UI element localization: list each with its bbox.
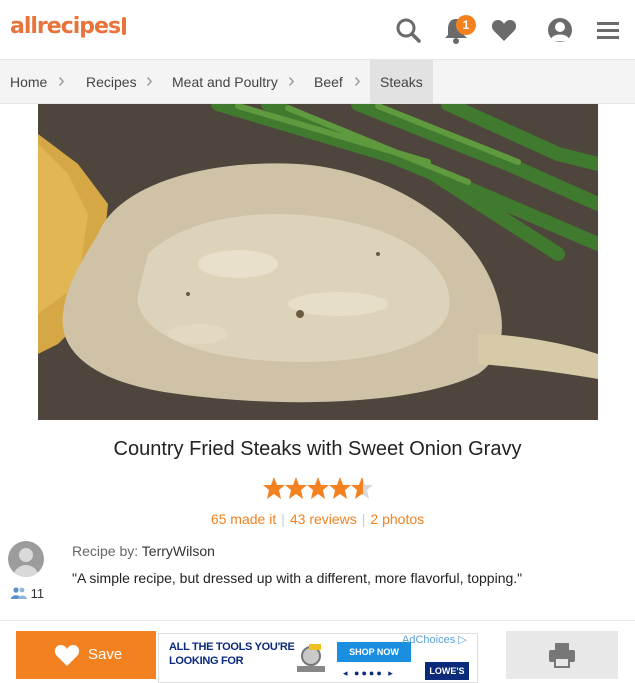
avatar-head (19, 548, 33, 562)
chevron-right-icon: › (354, 70, 361, 92)
save-label: Save (88, 646, 123, 663)
photos-link[interactable]: 2 photos (370, 511, 424, 527)
adchoices-link[interactable]: AdChoices ▷ (402, 633, 467, 646)
breadcrumb-beef[interactable]: Beef (314, 60, 343, 104)
recipe-title: Country Fried Steaks with Sweet Onion Gr… (113, 438, 522, 460)
people-icon (11, 587, 27, 599)
divider: | (361, 511, 366, 527)
site-logo[interactable]: allrecipes (10, 14, 127, 39)
breadcrumb-home[interactable]: Home (10, 60, 47, 104)
recipe-description: "A simple recipe, but dressed up with a … (72, 570, 523, 586)
heart-icon (54, 645, 80, 666)
recipe-by: Recipe by: TerryWilson (72, 543, 215, 559)
menu-icon[interactable] (594, 16, 622, 44)
rating-stars[interactable] (262, 476, 382, 500)
chevron-right-icon: › (146, 70, 153, 92)
ad-brand-logo: LOWE'S (425, 662, 469, 680)
author-name[interactable]: TerryWilson (142, 543, 215, 559)
heart-icon[interactable] (490, 16, 518, 44)
followers-count: 11 (11, 586, 44, 601)
saw-tool-icon (297, 644, 325, 672)
ad-headline: ALL THE TOOLS YOU'RE LOOKING FOR (169, 640, 295, 668)
followers-number: 11 (30, 586, 45, 601)
ad-carousel-dots: ◂ ●●●● ▸ (343, 668, 395, 678)
search-icon[interactable] (394, 16, 422, 44)
notification-badge: 1 (456, 15, 476, 35)
reviews-link[interactable]: 43 reviews (290, 511, 357, 527)
made-it-link[interactable]: 65 made it (211, 511, 276, 527)
print-button[interactable] (506, 631, 618, 679)
breadcrumb-meat-and-poultry[interactable]: Meat and Poultry (172, 60, 278, 104)
star-icon (307, 477, 329, 499)
recipe-stats: 65 made it | 43 reviews | 2 photos (0, 511, 635, 527)
star-icon (263, 477, 285, 499)
breadcrumb: Home › Recipes › Meat and Poultry › Beef… (0, 60, 635, 104)
star-icon (329, 477, 351, 499)
recipe-by-label: Recipe by: (72, 543, 139, 559)
recipe-photo[interactable] (38, 104, 598, 420)
star-icon (285, 477, 307, 499)
chevron-right-icon: › (58, 70, 65, 92)
site-header: allrecipes 1 (0, 0, 635, 60)
save-button[interactable]: Save (16, 631, 156, 679)
spoon-icon (122, 17, 127, 35)
bottom-action-bar: Save ALL THE TOOLS YOU'RE LOOKING FOR SH… (0, 620, 635, 683)
ad-line-1: ALL THE TOOLS YOU'RE (169, 641, 295, 653)
breadcrumb-steaks[interactable]: Steaks (370, 60, 433, 104)
divider: | (281, 511, 285, 527)
adchoices-label: AdChoices (402, 634, 456, 646)
ad-line-2: LOOKING FOR (169, 655, 244, 667)
chevron-right-icon: › (288, 70, 295, 92)
ad-shop-now-button[interactable]: SHOP NOW (337, 642, 411, 662)
avatar-body (13, 565, 39, 577)
breadcrumb-recipes[interactable]: Recipes (86, 60, 137, 104)
logo-text: allrecipes (10, 14, 121, 39)
user-icon[interactable] (546, 16, 574, 44)
printer-icon (549, 643, 575, 668)
author-avatar[interactable] (8, 541, 44, 577)
half-star-icon (351, 477, 373, 499)
adchoices-icon: ▷ (455, 634, 467, 646)
